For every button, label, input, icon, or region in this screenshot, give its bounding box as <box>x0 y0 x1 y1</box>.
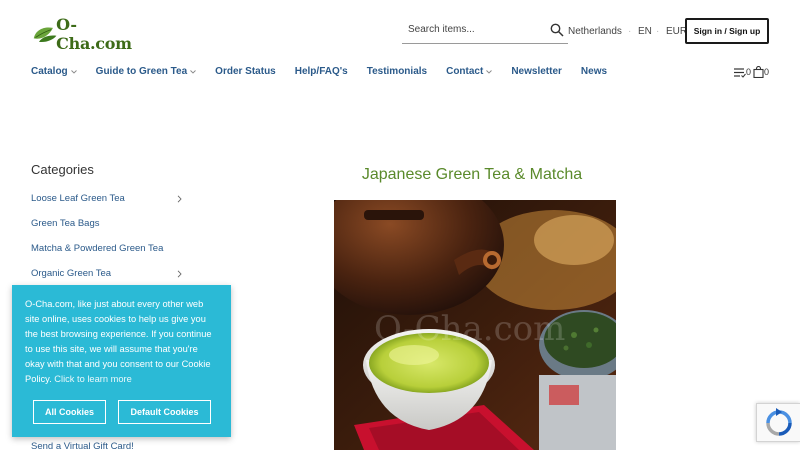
category-label: Matcha & Powdered Green Tea <box>31 243 164 254</box>
header-icons: 0 0 <box>734 66 769 78</box>
logo-text: O-Cha.com <box>56 15 132 53</box>
search-icon[interactable] <box>550 23 564 37</box>
nav-guide[interactable]: Guide to Green Tea <box>96 66 197 77</box>
category-loose-leaf[interactable]: Loose Leaf Green Tea <box>31 193 186 218</box>
hero-tea-image: O-Cha.com <box>334 200 616 450</box>
list-count: 0 <box>746 67 752 77</box>
tea-leaf-icon <box>33 27 57 43</box>
accept-all-cookies-button[interactable]: All Cookies <box>33 400 106 424</box>
chevron-down-icon <box>70 69 77 74</box>
nav-contact-label: Contact <box>446 66 484 77</box>
chevron-down-icon <box>190 69 196 74</box>
cart-count: 0 <box>764 67 770 77</box>
nav-order-status[interactable]: Order Status <box>215 66 276 77</box>
language-selector[interactable]: EN <box>638 26 652 37</box>
separator: · <box>628 26 632 37</box>
list-icon[interactable] <box>734 67 746 78</box>
category-list: Loose Leaf Green Tea Green Tea Bags Matc… <box>31 193 186 293</box>
category-label: Green Tea Bags <box>31 218 100 229</box>
separator: · <box>656 26 660 37</box>
cookie-banner: O-Cha.com, like just about every other w… <box>12 285 231 437</box>
nav-catalog-label: Catalog <box>31 66 68 77</box>
chevron-right-icon <box>177 195 182 203</box>
recaptcha-badge[interactable] <box>756 403 800 442</box>
cookie-message: O-Cha.com, like just about every other w… <box>25 297 218 387</box>
category-label: Loose Leaf Green Tea <box>31 193 125 204</box>
nav-catalog[interactable]: Catalog <box>31 66 77 77</box>
main-nav: Catalog Guide to Green Tea Order Status … <box>31 66 626 77</box>
category-tea-bags[interactable]: Green Tea Bags <box>31 218 186 243</box>
cookie-learn-more-link[interactable]: Click to learn more <box>54 374 132 384</box>
currency-label: EUR <box>666 26 688 37</box>
site-logo[interactable]: O-Cha.com <box>32 15 140 53</box>
gift-card-link[interactable]: Send a Virtual Gift Card! <box>31 441 134 450</box>
nav-testimonials[interactable]: Testimonials <box>367 66 427 77</box>
recaptcha-icon <box>766 408 792 436</box>
cookie-text: O-Cha.com, like just about every other w… <box>25 299 212 384</box>
chevron-down-icon <box>486 69 493 74</box>
nav-newsletter[interactable]: Newsletter <box>511 66 562 77</box>
signin-button[interactable]: Sign in / Sign up <box>685 18 769 44</box>
nav-contact[interactable]: Contact <box>446 66 493 77</box>
country-selector[interactable]: Netherlands <box>568 26 622 37</box>
search-bar <box>402 19 568 44</box>
category-matcha[interactable]: Matcha & Powdered Green Tea <box>31 243 186 268</box>
page-title: Japanese Green Tea & Matcha <box>361 166 583 183</box>
category-label: Organic Green Tea <box>31 268 112 279</box>
categories-heading: Categories <box>31 162 94 177</box>
shopping-bag-icon[interactable] <box>753 66 764 78</box>
search-input[interactable] <box>408 24 538 35</box>
default-cookies-button[interactable]: Default Cookies <box>118 400 211 424</box>
nav-help[interactable]: Help/FAQ's <box>295 66 348 77</box>
nav-guide-label: Guide to Green Tea <box>95 66 188 77</box>
watermark-text: O-Cha.com <box>374 309 565 349</box>
nav-news[interactable]: News <box>581 66 607 77</box>
chevron-right-icon <box>177 270 182 278</box>
